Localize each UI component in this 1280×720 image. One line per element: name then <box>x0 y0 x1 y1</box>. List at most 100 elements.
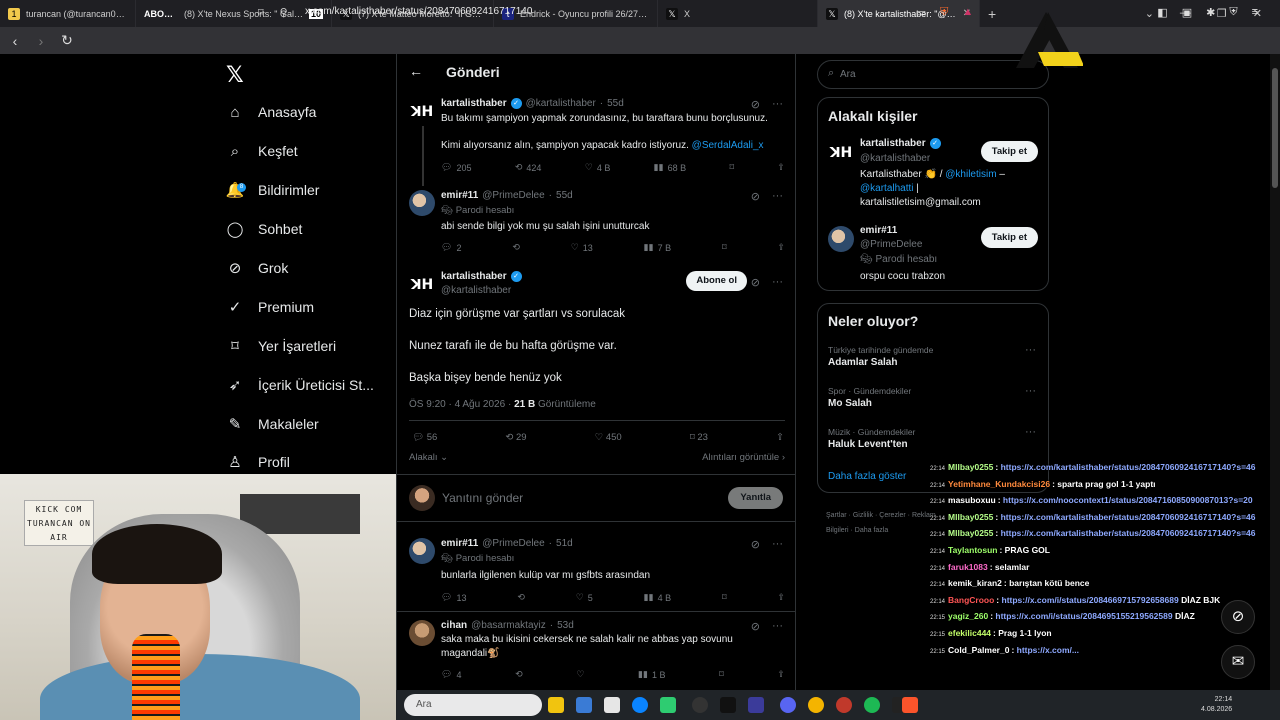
share-icon[interactable]: ⇪ <box>777 592 785 603</box>
edge-icon[interactable] <box>632 697 648 713</box>
chat-link[interactable]: https://x.com/noocontext1/status/2084716… <box>1003 495 1253 505</box>
share-icon[interactable]: ⇪ <box>777 162 785 173</box>
repost-button[interactable]: ⟲ <box>515 669 523 680</box>
more-icon[interactable]: ··· <box>772 190 783 203</box>
more-icon[interactable]: ··· <box>772 98 783 111</box>
chat-link[interactable]: https://x.com/kartalisthaber/status/2084… <box>1001 528 1256 538</box>
grok-icon[interactable]: ⊘ <box>751 276 760 289</box>
views-button[interactable]: ▮▮ 1 B <box>638 669 665 680</box>
windows-store-icon[interactable] <box>576 697 592 713</box>
avatar[interactable]: ꓘH <box>409 272 435 298</box>
nav-item[interactable]: ⊘ Grok <box>226 253 289 283</box>
follow-button[interactable]: Takip et <box>980 227 1038 248</box>
obs-icon[interactable] <box>692 697 708 713</box>
chat-username[interactable]: BangCrooo <box>948 595 994 605</box>
avatar[interactable]: ꓘH <box>409 99 435 125</box>
more-icon[interactable]: ··· <box>772 620 783 633</box>
bookmark-icon[interactable]: ⌑ <box>719 669 724 680</box>
views-button[interactable]: ▮▮ 68 B <box>654 162 686 173</box>
browser-tab[interactable]: ABONE... (8) X'te Nexus Sports: " Galata… <box>136 0 332 27</box>
mention-link[interactable]: @khiletisim <box>945 169 996 180</box>
repost-button[interactable]: ⟲ 29 <box>505 432 526 443</box>
like-button[interactable]: ♡ 5 <box>576 592 593 603</box>
file-explorer-icon[interactable] <box>548 697 564 713</box>
grok-icon[interactable]: ⊘ <box>751 190 760 203</box>
more-icon[interactable]: ··· <box>1025 426 1036 438</box>
site-info-icon[interactable]: ⚲ <box>280 6 288 19</box>
follow-button[interactable]: Takip et <box>980 141 1038 162</box>
reply-button[interactable]: 💬︎ 4 <box>441 669 461 680</box>
bookmark-icon[interactable]: ⌑ <box>722 592 727 603</box>
premiere-icon[interactable] <box>748 697 764 713</box>
footer-links[interactable]: Şartlar · Gizlilik · Çerezler · Reklam B… <box>826 508 936 538</box>
app-icon[interactable] <box>836 697 852 713</box>
nav-item[interactable]: ◯ Sohbet <box>226 214 303 244</box>
browser-tab[interactable]: 1 turancan (@turancan0) / X <box>0 0 136 27</box>
person-handle[interactable]: @kartalisthaber <box>860 153 930 164</box>
back-arrow-icon[interactable]: ← <box>409 63 423 79</box>
avatar[interactable] <box>409 538 435 564</box>
bookmark-page-icon[interactable]: ⌑ <box>258 6 264 19</box>
thread-reply[interactable]: emir#11 @PrimeDelee · 55d ⊘ ··· 🎭︎ Parod… <box>397 184 795 264</box>
person-name[interactable]: kartalisthaber ✓ <box>860 138 941 149</box>
bookmark-icon[interactable]: ⌑ <box>729 162 734 173</box>
bookmark-button[interactable]: ⌑ 23 <box>690 432 708 443</box>
taskbar-clock[interactable]: 22:14 4.08.2026 <box>1201 695 1232 715</box>
nav-item[interactable]: ✎ Makaleler <box>226 409 319 439</box>
nav-item[interactable]: ♙ Profil <box>226 447 290 477</box>
forward-icon[interactable]: › <box>34 33 48 49</box>
chat-username[interactable]: Mllbay0255 <box>948 512 993 522</box>
avatar[interactable] <box>409 485 435 511</box>
trend-item[interactable]: Adamlar Salah <box>828 357 897 368</box>
person-name[interactable]: emir#11 <box>860 225 897 236</box>
x-logo-icon[interactable]: 𝕏 <box>226 62 244 88</box>
mention-link[interactable]: @kartalhatti <box>860 183 914 194</box>
trend-item[interactable]: Haluk Levent'ten <box>828 439 908 450</box>
extensions-icon[interactable]: ✱ <box>1206 6 1215 19</box>
nav-item[interactable]: ⌂ Anasayfa <box>226 97 316 127</box>
reply-button[interactable]: 💬︎ 2 <box>441 242 461 253</box>
repost-button[interactable]: ⟲ 424 <box>515 162 542 173</box>
capcut-icon[interactable] <box>720 697 736 713</box>
parent-post[interactable]: ꓘH kartalisthaber ✓ @kartalisthaber · 55… <box>397 90 795 184</box>
spotify-icon[interactable] <box>864 697 880 713</box>
chat-link[interactable]: https://x.com/kartalisthaber/status/2084… <box>1001 462 1256 472</box>
photos-icon[interactable] <box>604 697 620 713</box>
chat-link[interactable]: https://x.com/i/status/20846697157926586… <box>1002 595 1179 605</box>
nav-item[interactable]: ⌑ Yer İşaretleri <box>226 331 336 361</box>
chat-username[interactable]: kemik_kiran2 <box>948 578 1002 588</box>
post-timestamp[interactable]: ÖS 9:20 · 4 Ağu 2026 · <box>409 399 514 410</box>
avatar[interactable] <box>828 226 854 252</box>
avatar[interactable] <box>409 190 435 216</box>
sort-relevant-dropdown[interactable]: Alakalı ⌄ <box>409 452 448 463</box>
messages-fab-button[interactable]: ✉ <box>1221 645 1255 679</box>
post-author[interactable]: emir#11 @PrimeDelee · 55d <box>441 190 573 201</box>
like-button[interactable]: ♡ 450 <box>595 432 622 443</box>
like-button[interactable]: ♡ 13 <box>571 242 593 253</box>
discord-icon[interactable] <box>780 697 796 713</box>
mention-link[interactable]: @SerdalAdali_x <box>692 140 764 151</box>
reply-input[interactable]: Yanıtını gönder <box>442 491 523 505</box>
repost-button[interactable]: ⟲ <box>517 592 525 603</box>
reply-submit-button[interactable]: Yanıtla <box>728 487 783 509</box>
reply-post[interactable]: cihan @basarmaktayiz · 53d ⊘ ··· saka ma… <box>397 613 795 690</box>
sidebar-toggle-icon[interactable]: ◧ <box>1157 6 1167 19</box>
like-button[interactable]: ♡ 4 B <box>585 162 611 173</box>
reply-button[interactable]: 💬︎ 56 <box>412 432 437 443</box>
app-icon[interactable] <box>660 697 676 713</box>
share-icon[interactable]: ⇪ <box>777 669 785 680</box>
wallet-icon[interactable]: ▣ <box>1182 6 1192 19</box>
grok-icon[interactable]: ⊘ <box>751 538 760 551</box>
more-icon[interactable]: ··· <box>1025 344 1036 356</box>
more-icon[interactable]: ··· <box>1025 385 1036 397</box>
menu-icon[interactable]: ≡ <box>1252 6 1258 19</box>
chat-username[interactable]: masuboxuu <box>948 495 996 505</box>
chat-username[interactable]: Mllbay0255 <box>948 462 993 472</box>
nav-item[interactable]: 🔔 8 Bildirimler <box>226 175 320 205</box>
bookmark-icon[interactable]: ⌑ <box>722 242 727 253</box>
back-icon[interactable]: ‹ <box>8 33 22 49</box>
avatar[interactable] <box>409 620 435 646</box>
grok-icon[interactable]: ⊘ <box>751 620 760 633</box>
chat-link[interactable]: https://x.com/... <box>1017 645 1079 655</box>
chat-link[interactable]: https://x.com/i/status/20846951552195625… <box>995 611 1172 621</box>
